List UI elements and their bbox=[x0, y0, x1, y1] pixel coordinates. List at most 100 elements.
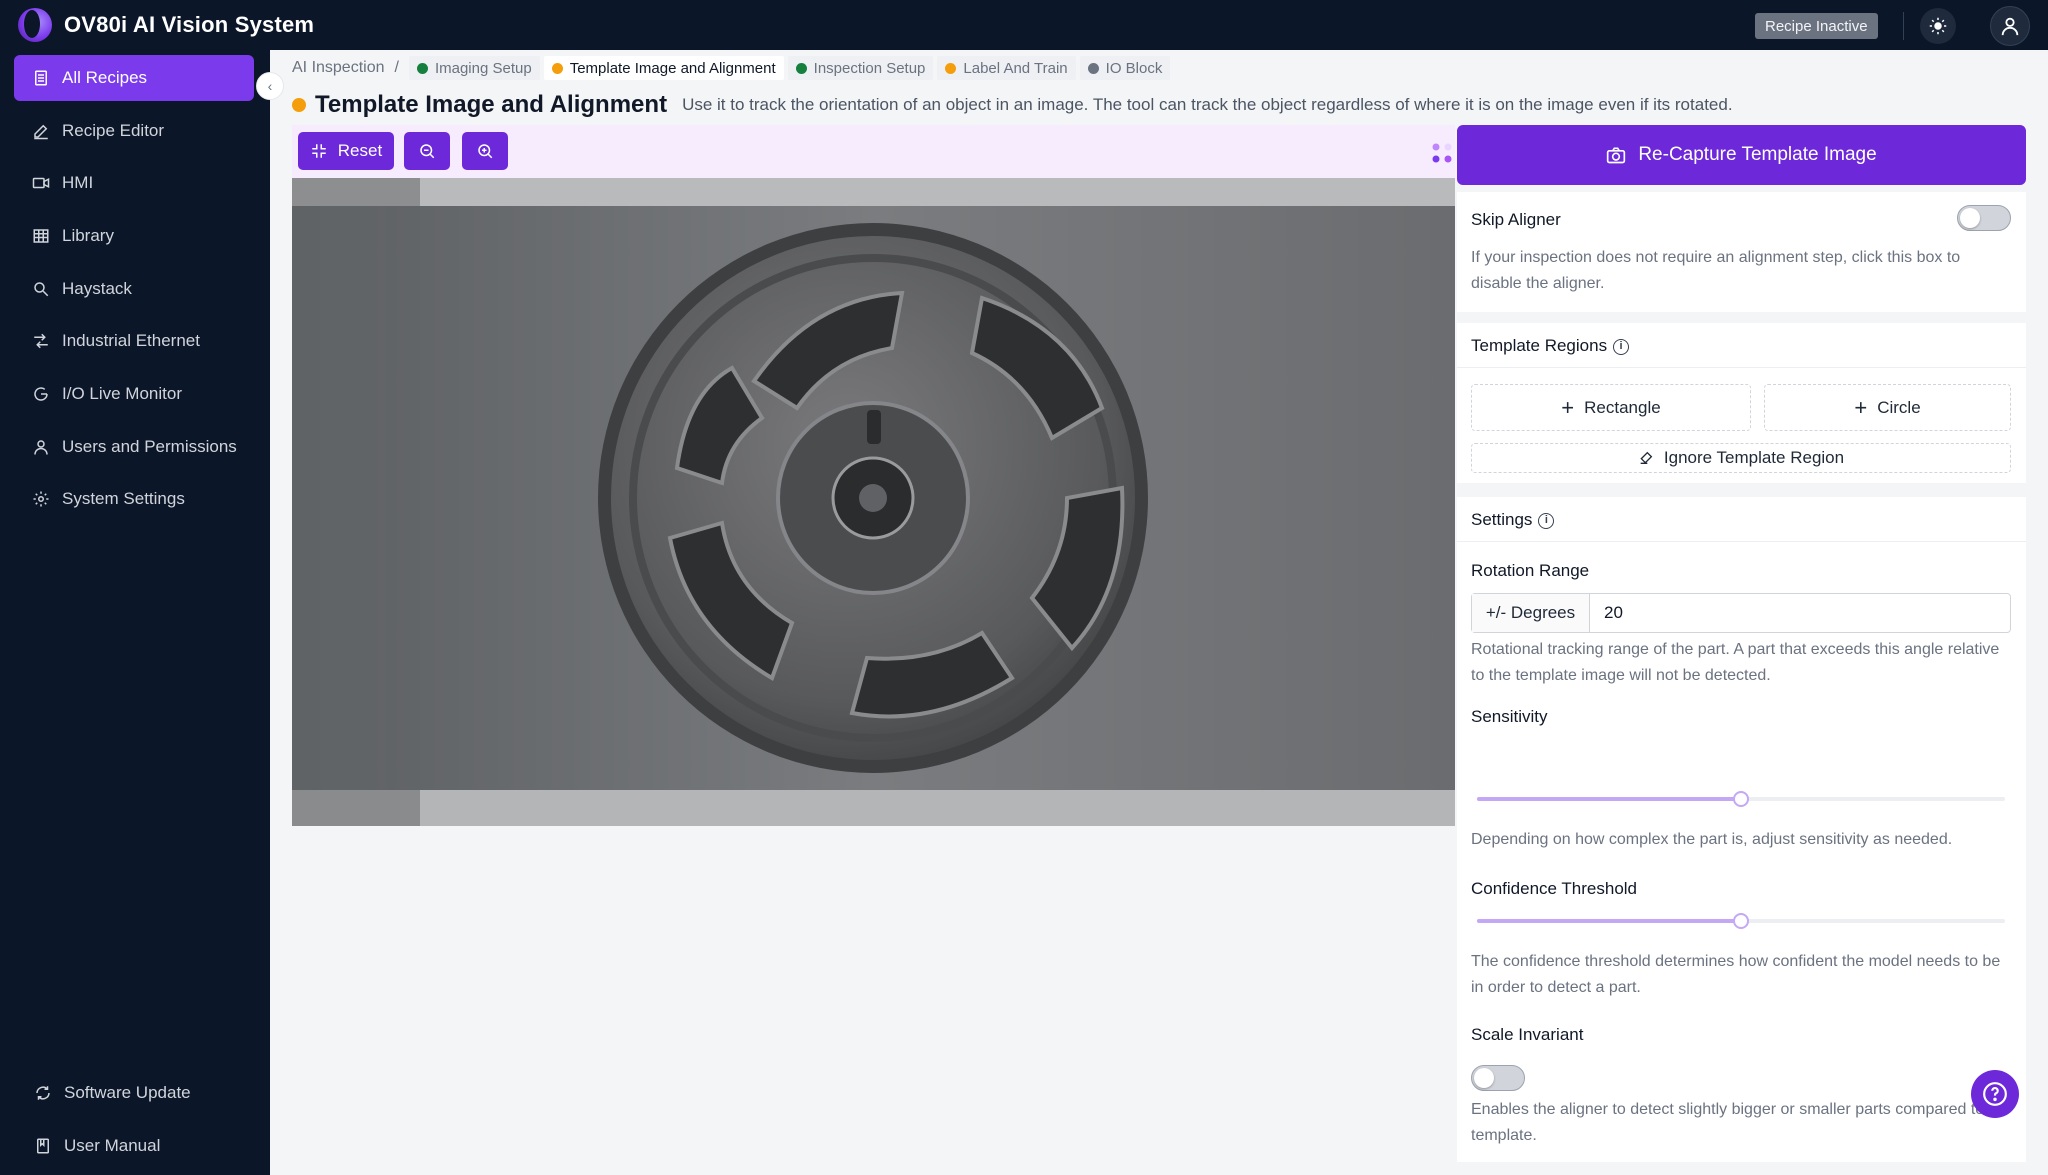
confidence-threshold-slider[interactable] bbox=[1477, 913, 2005, 929]
grid-icon bbox=[32, 227, 50, 245]
sidebar-item-recipe-editor[interactable]: Recipe Editor bbox=[14, 108, 254, 154]
sidebar-item-label: Library bbox=[62, 226, 114, 245]
user-menu-button[interactable] bbox=[1990, 6, 2030, 46]
toggle-knob bbox=[1474, 1068, 1494, 1088]
sidebar-item-io-live-monitor[interactable]: I/O Live Monitor bbox=[14, 371, 254, 417]
slider-fill bbox=[1477, 919, 1741, 923]
sidebar-item-label: System Settings bbox=[62, 489, 185, 508]
slider-thumb[interactable] bbox=[1733, 913, 1749, 929]
sensitivity-slider[interactable] bbox=[1477, 791, 2005, 807]
rectangle-label: Rectangle bbox=[1584, 397, 1661, 417]
sidebar-item-system-settings[interactable]: System Settings bbox=[14, 476, 254, 522]
sidebar-item-all-recipes[interactable]: All Recipes bbox=[14, 55, 254, 101]
sidebar-item-label: Recipe Editor bbox=[62, 121, 165, 140]
template-regions-card: Template Regions i + Rectangle + Circle I… bbox=[1457, 323, 2026, 483]
theme-toggle-button[interactable] bbox=[1920, 8, 1956, 44]
rotation-range-addon: +/- Degrees bbox=[1472, 594, 1590, 632]
shrink-icon bbox=[312, 144, 326, 158]
loading-dots-icon bbox=[1432, 143, 1452, 163]
sensitivity-label: Sensitivity bbox=[1471, 707, 1548, 726]
rotation-range-input-group: +/- Degrees 20 bbox=[1471, 593, 2011, 633]
add-circle-button[interactable]: + Circle bbox=[1764, 384, 2011, 431]
tab-io-block[interactable]: IO Block bbox=[1079, 56, 1171, 80]
breadcrumb-root[interactable]: AI Inspection bbox=[292, 59, 385, 77]
top-bar: OV80i AI Vision System Recipe Inactive bbox=[0, 0, 2048, 50]
chevron-left-icon: ‹ bbox=[267, 78, 273, 94]
sidebar: All Recipes Recipe Editor HMI Library Ha… bbox=[0, 50, 270, 1175]
collapse-sidebar-button[interactable]: ‹ bbox=[256, 72, 284, 100]
skip-aligner-help: If your inspection does not require an a… bbox=[1471, 249, 1961, 292]
book-icon bbox=[34, 1137, 52, 1155]
ignore-template-label: Ignore Template Region bbox=[1663, 448, 1845, 467]
rotation-range-help: Rotational tracking range of the part. A… bbox=[1471, 641, 2000, 684]
settings-header: Settings i bbox=[1471, 510, 1555, 530]
sun-icon bbox=[1929, 17, 1947, 35]
circle-label: Circle bbox=[1877, 397, 1921, 417]
rotation-range-input[interactable]: 20 bbox=[1590, 594, 2010, 632]
sidebar-item-hmi[interactable]: HMI bbox=[14, 160, 254, 206]
main-content: AI Inspection / Imaging Setup Template I… bbox=[270, 50, 2048, 1175]
tab-label: Label And Train bbox=[963, 59, 1068, 77]
eraser-icon bbox=[1640, 451, 1653, 464]
breadcrumb-separator: / bbox=[394, 59, 399, 76]
recapture-label: Re-Capture Template Image bbox=[1638, 144, 1877, 165]
page-title: Template Image and Alignment bbox=[315, 91, 668, 118]
tab-label: Template Image and Alignment bbox=[569, 59, 776, 77]
tab-inspection-setup[interactable]: Inspection Setup bbox=[787, 56, 934, 80]
info-icon[interactable]: i bbox=[1613, 338, 1630, 355]
sidebar-item-label: All Recipes bbox=[62, 68, 148, 87]
info-icon[interactable]: i bbox=[1538, 512, 1555, 529]
toggle-knob bbox=[1960, 208, 1980, 228]
pencil-icon bbox=[32, 122, 50, 140]
scale-invariant-help: Enables the aligner to detect slightly b… bbox=[1471, 1101, 2011, 1144]
sidebar-item-library[interactable]: Library bbox=[14, 213, 254, 259]
sidebar-item-industrial-ethernet[interactable]: Industrial Ethernet bbox=[14, 318, 254, 364]
question-icon bbox=[1983, 1082, 2007, 1106]
sidebar-item-label: Industrial Ethernet bbox=[62, 331, 200, 350]
tab-template-image-and-alignment[interactable]: Template Image and Alignment bbox=[543, 56, 784, 80]
slider-thumb[interactable] bbox=[1733, 791, 1749, 807]
sidebar-item-software-update[interactable]: Software Update bbox=[14, 1070, 254, 1116]
sidebar-item-users-and-permissions[interactable]: Users and Permissions bbox=[14, 424, 254, 470]
scale-invariant-label: Scale Invariant bbox=[1471, 1025, 1584, 1044]
help-button[interactable] bbox=[1971, 1070, 2019, 1118]
status-dot bbox=[292, 98, 306, 112]
tab-label: IO Block bbox=[1105, 59, 1163, 77]
skip-aligner-toggle[interactable] bbox=[1957, 205, 2011, 231]
tab-imaging-setup[interactable]: Imaging Setup bbox=[408, 56, 540, 80]
film-reel-image bbox=[292, 178, 1455, 826]
slider-fill bbox=[1477, 797, 1741, 801]
zoom-in-icon bbox=[478, 144, 493, 159]
sidebar-item-user-manual[interactable]: User Manual bbox=[14, 1123, 254, 1169]
scale-invariant-toggle[interactable] bbox=[1471, 1065, 1525, 1091]
plus-icon: + bbox=[1854, 394, 1868, 420]
recapture-template-button[interactable]: Re-Capture Template Image bbox=[1457, 125, 2026, 185]
sidebar-item-haystack[interactable]: Haystack bbox=[14, 266, 254, 312]
reset-button[interactable]: Reset bbox=[298, 132, 394, 170]
sidebar-item-label: Haystack bbox=[62, 279, 132, 298]
sidebar-item-label: Users and Permissions bbox=[62, 437, 237, 456]
image-toolbar: Reset bbox=[292, 125, 1455, 178]
user-icon bbox=[32, 438, 50, 456]
template-image-canvas[interactable] bbox=[292, 178, 1455, 826]
camera-icon bbox=[1607, 147, 1626, 164]
user-avatar-icon bbox=[2001, 17, 2019, 36]
add-rectangle-button[interactable]: + Rectangle bbox=[1471, 384, 1751, 431]
search-icon bbox=[32, 280, 50, 298]
monitor-icon bbox=[32, 385, 50, 403]
template-regions-title: Template Regions bbox=[1471, 336, 1608, 355]
status-dot bbox=[416, 62, 428, 74]
sidebar-item-label: Software Update bbox=[64, 1083, 191, 1102]
zoom-in-button[interactable] bbox=[462, 132, 508, 170]
confidence-threshold-label: Confidence Threshold bbox=[1471, 879, 1638, 898]
page-description: Use it to track the orientation of an ob… bbox=[682, 95, 1733, 114]
app-title: OV80i AI Vision System bbox=[64, 12, 315, 37]
ignore-template-region-button[interactable]: Ignore Template Region bbox=[1471, 443, 2011, 473]
divider bbox=[1457, 367, 2026, 368]
recipes-icon bbox=[32, 69, 50, 87]
tab-label: Imaging Setup bbox=[434, 59, 532, 77]
tab-label-and-train[interactable]: Label And Train bbox=[937, 56, 1076, 80]
status-dot bbox=[551, 62, 563, 74]
video-icon bbox=[32, 174, 50, 192]
zoom-out-button[interactable] bbox=[404, 132, 450, 170]
